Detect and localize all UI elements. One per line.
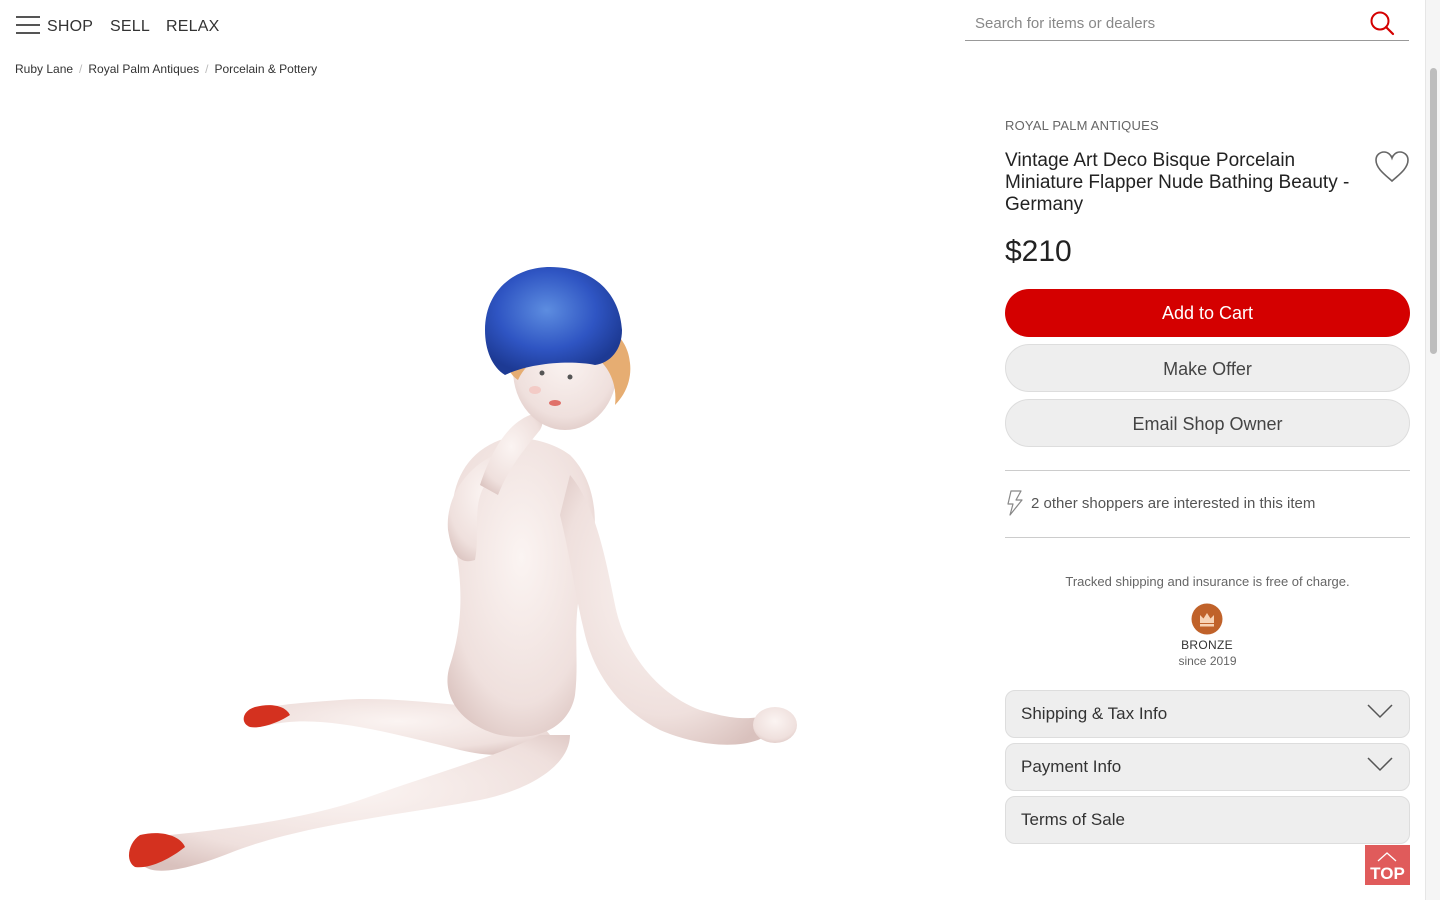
breadcrumb-shop[interactable]: Royal Palm Antiques <box>88 62 199 76</box>
nav-relax[interactable]: RELAX <box>166 18 219 36</box>
interest-text: 2 other shoppers are interested in this … <box>1031 494 1316 512</box>
nav-shop[interactable]: SHOP <box>47 18 93 36</box>
breadcrumb-separator: / <box>205 62 209 76</box>
badge-level: BRONZE <box>1181 638 1233 652</box>
favorite-heart-icon[interactable] <box>1374 150 1410 184</box>
menu-icon[interactable] <box>16 16 40 34</box>
top-navigation: SHOP SELL RELAX <box>0 0 1425 52</box>
product-image[interactable] <box>100 255 840 885</box>
nav-sell[interactable]: SELL <box>110 18 150 36</box>
search-icon[interactable] <box>1369 10 1395 36</box>
accordion-label: Shipping & Tax Info <box>1021 704 1168 723</box>
breadcrumb-category[interactable]: Porcelain & Pottery <box>214 62 317 76</box>
shipping-tax-accordion[interactable]: Shipping & Tax Info <box>1005 690 1410 738</box>
scrollbar[interactable] <box>1425 0 1440 900</box>
breadcrumb: Ruby Lane / Royal Palm Antiques / Porcel… <box>15 62 317 76</box>
crown-icon <box>1191 603 1223 635</box>
payment-info-accordion[interactable]: Payment Info <box>1005 743 1410 791</box>
divider <box>1005 470 1410 471</box>
search-input[interactable] <box>975 12 1365 34</box>
chevron-down-icon <box>1367 757 1393 772</box>
product-title: Vintage Art Deco Bisque Porcelain Miniat… <box>1005 150 1350 215</box>
seller-badge[interactable]: BRONZE <box>1176 603 1238 652</box>
breadcrumb-separator: / <box>79 62 83 76</box>
back-to-top-button[interactable]: TOP <box>1365 845 1410 885</box>
shop-name[interactable]: ROYAL PALM ANTIQUES <box>1005 118 1159 133</box>
breadcrumb-ruby-lane[interactable]: Ruby Lane <box>15 62 73 76</box>
top-label: TOP <box>1370 864 1405 883</box>
search-bar <box>965 6 1409 41</box>
badge-since: since 2019 <box>1178 654 1237 668</box>
make-offer-button[interactable]: Make Offer <box>1005 344 1410 392</box>
lightning-bolt-icon <box>1007 490 1023 516</box>
divider <box>1005 537 1410 538</box>
terms-of-sale-accordion[interactable]: Terms of Sale <box>1005 796 1410 844</box>
shipping-note: Tracked shipping and insurance is free o… <box>1065 574 1350 589</box>
chevron-down-icon <box>1367 704 1393 719</box>
add-to-cart-button[interactable]: Add to Cart <box>1005 289 1410 337</box>
scrollbar-thumb[interactable] <box>1430 68 1437 354</box>
accordion-label: Terms of Sale <box>1021 810 1125 829</box>
chevron-up-icon <box>1377 852 1397 862</box>
interest-notice: 2 other shoppers are interested in this … <box>1005 489 1410 517</box>
accordion-label: Payment Info <box>1021 757 1122 776</box>
product-price: $210 <box>1005 235 1072 268</box>
email-shop-owner-button[interactable]: Email Shop Owner <box>1005 399 1410 447</box>
